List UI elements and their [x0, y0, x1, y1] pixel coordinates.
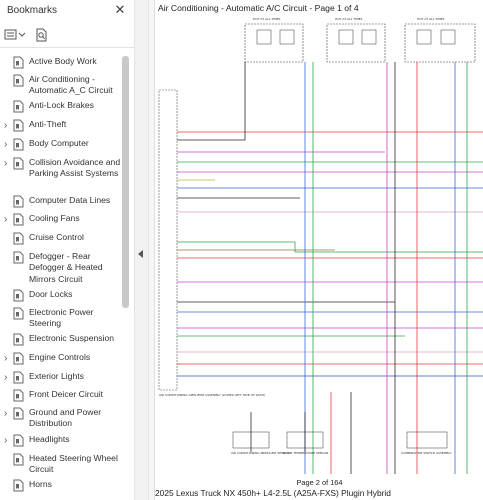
bookmark-page-icon — [13, 157, 24, 170]
bookmark-label: Ground and Power Distribution — [29, 407, 102, 429]
component-label-2: ROOM TEMPERATURE SENSOR — [283, 451, 329, 455]
page-number: Page 2 of 164 — [296, 478, 343, 487]
bookmark-page-icon — [13, 213, 24, 226]
bookmark-page-icon — [13, 74, 24, 87]
bookmark-label: Active Body Work — [29, 56, 97, 66]
bookmark-page-icon — [13, 100, 24, 113]
bookmark-label: Defogger - Rear Defogger & Heated Mirror… — [29, 251, 103, 284]
bookmark-page-icon — [13, 333, 24, 346]
bookmark-label: Engine Controls — [29, 352, 91, 362]
bookmark-label: Anti-Lock Brakes — [29, 100, 94, 110]
bookmark-page-icon — [13, 453, 24, 466]
relay-label-1: HOT AT ALL TIMES — [253, 17, 281, 21]
chevron-right-icon[interactable]: › — [4, 409, 11, 419]
close-icon[interactable]: ✕ — [113, 3, 127, 17]
bookmark-label: Horns — [29, 479, 52, 489]
bookmark-page-icon — [13, 138, 24, 151]
bookmark-page-icon — [13, 479, 24, 492]
relay-label-3: HOT AT ALL TIMES — [417, 17, 445, 21]
panel-splitter[interactable] — [134, 0, 149, 500]
bookmark-page-icon — [13, 289, 24, 302]
list-options-icon[interactable] — [4, 26, 28, 44]
chevron-right-icon[interactable]: › — [4, 215, 11, 225]
bookmark-page-icon — [13, 389, 24, 402]
bookmark-label: Collision Avoidance and Parking Assist S… — [29, 157, 121, 179]
chevron-right-icon[interactable]: › — [4, 140, 11, 150]
bookmark-page-icon — [13, 56, 24, 69]
wiring-diagram: HOT AT ALL TIMES HOT AT ALL TIMES HOT AT… — [158, 17, 483, 474]
bookmark-label: Air Conditioning - Automatic A_C Circuit — [29, 74, 113, 96]
bookmark-label: Headlights — [29, 434, 70, 444]
bookmark-page-icon — [13, 195, 24, 208]
bookmark-page-icon — [13, 251, 24, 264]
find-bookmark-icon[interactable] — [36, 26, 50, 44]
bookmark-page-icon — [13, 434, 24, 447]
toolbar-divider — [0, 47, 134, 48]
document-viewer: Air Conditioning - Automatic A/C Circuit… — [149, 0, 483, 500]
bookmark-page-icon — [13, 352, 24, 365]
document-page: Air Conditioning - Automatic A/C Circuit… — [154, 0, 483, 500]
bookmark-page-icon — [13, 407, 24, 420]
bookmark-label: Cruise Control — [29, 232, 84, 242]
bookmarks-header: Bookmarks ✕ — [0, 0, 134, 24]
bookmark-page-icon — [13, 307, 24, 320]
chevron-right-icon[interactable]: › — [4, 121, 11, 131]
chevron-right-icon[interactable]: › — [4, 354, 11, 364]
vehicle-model: 2025 Lexus Truck NX 450h+ L4-2.5L (A25A-… — [155, 488, 391, 498]
bookmark-label: Door Locks — [29, 289, 73, 299]
bookmark-label: Front Deicer Circuit — [29, 389, 104, 399]
collapse-arrow-icon[interactable] — [138, 250, 143, 258]
bookmark-label: Cooling Fans — [29, 213, 80, 223]
component-label-1: AIR CONDITIONING PRESSURE SENSOR — [231, 451, 290, 455]
relay-group-1: HOT AT ALL TIMES — [244, 17, 304, 63]
chevron-right-icon[interactable]: › — [4, 159, 11, 169]
bookmarks-toolbar — [0, 26, 134, 46]
bookmarks-scrollbar[interactable] — [122, 56, 129, 308]
relay-label-2: HOT AT ALL TIMES — [335, 17, 363, 21]
wires — [177, 62, 483, 474]
bookmark-page-icon — [13, 232, 24, 245]
component-label-3: COMBINATION SWITCH ASSEMBLY — [401, 451, 452, 455]
combination-switch — [406, 431, 448, 449]
amplifier-label: AIR CONDITIONING AMPLIFIER ASSEMBLY (LOW… — [159, 393, 265, 397]
bookmark-label: Heated Steering Wheel Circuit — [29, 453, 118, 475]
chevron-right-icon[interactable]: › — [4, 373, 11, 383]
bookmark-label: Anti-Theft — [29, 119, 67, 129]
bookmark-label: Computer Data Lines — [29, 195, 111, 205]
bookmarks-title: Bookmarks — [7, 5, 58, 16]
chevron-right-icon[interactable]: › — [4, 436, 11, 446]
bookmark-label: Body Computer — [29, 138, 89, 148]
bookmarks-panel: Bookmarks ✕ Active Body Work Air Conditio… — [0, 0, 134, 500]
relay-group-3: HOT AT ALL TIMES — [404, 17, 476, 63]
bookmark-page-icon — [13, 119, 24, 132]
bookmark-label: Electronic Suspension — [29, 333, 115, 343]
relay-group-2: HOT AT ALL TIMES — [326, 17, 386, 63]
bookmark-page-icon — [13, 371, 24, 384]
amplifier-box — [158, 89, 178, 391]
bookmark-label: Exterior Lights — [29, 371, 84, 381]
bookmark-label: Electronic Power Steering — [29, 307, 94, 329]
